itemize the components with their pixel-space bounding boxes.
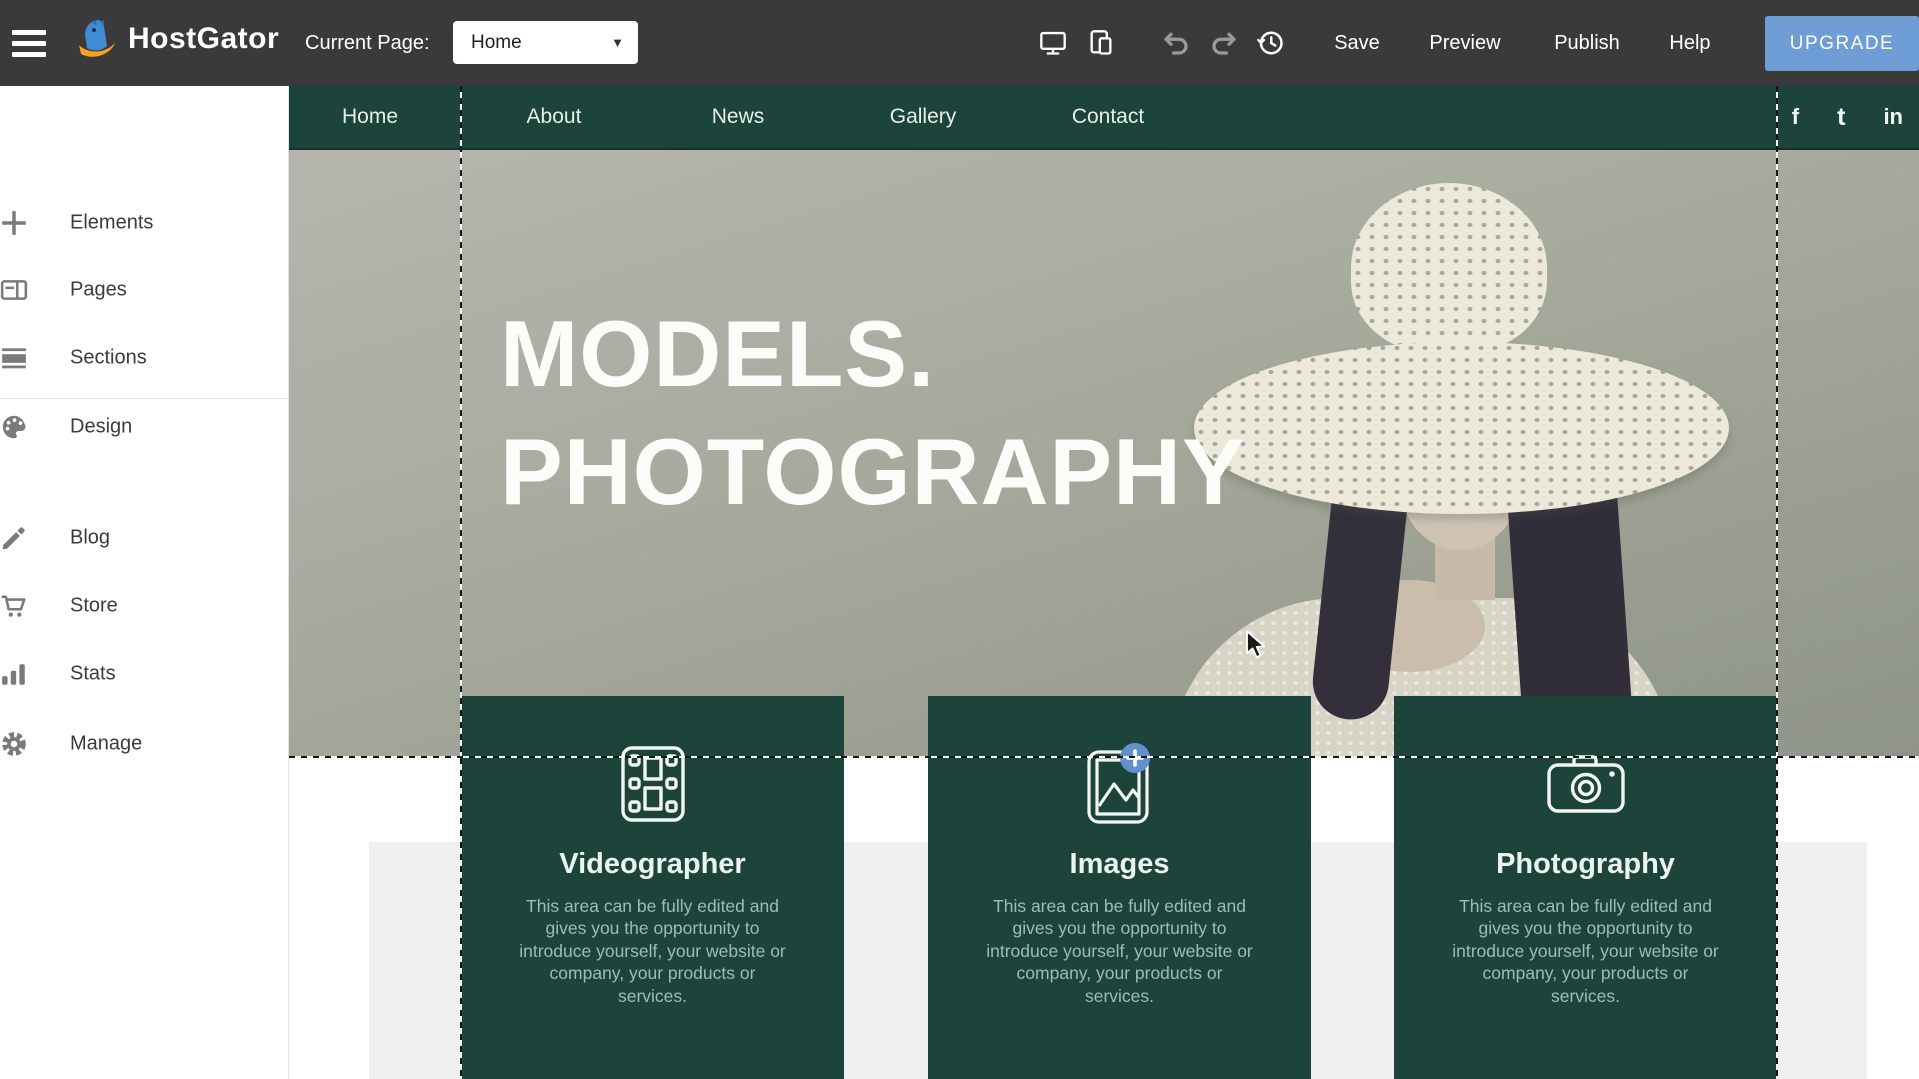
editor-guide-vertical-right xyxy=(1776,86,1778,1079)
brand-name: HostGator xyxy=(128,22,279,56)
card-title[interactable]: Photography xyxy=(1394,848,1777,881)
site-canvas: Home About News Gallery Contact f t in M… xyxy=(289,86,1919,1079)
sidebar-divider xyxy=(0,398,288,399)
sidebar-label: Pages xyxy=(70,279,127,302)
site-nav-news[interactable]: News xyxy=(712,86,765,148)
palette-icon xyxy=(0,413,30,441)
sidebar-item-design[interactable]: Design xyxy=(0,405,288,449)
editor-sidebar: Elements Pages Sections xyxy=(0,86,289,1079)
linkedin-icon[interactable]: in xyxy=(1883,104,1903,130)
redo-icon[interactable] xyxy=(1208,0,1240,86)
save-button[interactable]: Save xyxy=(1322,0,1392,86)
undo-icon[interactable] xyxy=(1160,0,1192,86)
gear-icon xyxy=(0,730,30,758)
help-button[interactable]: Help xyxy=(1655,0,1725,86)
publish-button[interactable]: Publish xyxy=(1542,0,1632,86)
sidebar-label: Stats xyxy=(70,663,116,686)
editor-topbar: HostGator Current Page: Home ▼ xyxy=(0,0,1919,86)
site-navbar: Home About News Gallery Contact f t in xyxy=(289,86,1919,150)
sidebar-item-store[interactable]: Store xyxy=(0,584,288,628)
card-images[interactable]: Images This area can be fully edited and… xyxy=(928,696,1311,1079)
current-page-label: Current Page: xyxy=(305,0,430,86)
sidebar-item-sections[interactable]: Sections xyxy=(0,336,288,380)
model-photo-hat xyxy=(1351,183,1547,353)
sidebar-item-blog[interactable]: Blog xyxy=(0,516,288,560)
card-videographer[interactable]: Videographer This area can be fully edit… xyxy=(461,696,844,1079)
upgrade-button[interactable]: UPGRADE xyxy=(1765,16,1919,71)
sidebar-label: Design xyxy=(70,416,132,439)
app-window: HostGator Current Page: Home ▼ xyxy=(0,0,1919,1079)
sidebar-label: Elements xyxy=(70,212,153,235)
editor-guide-horizontal xyxy=(289,756,1919,758)
site-nav-about[interactable]: About xyxy=(527,86,582,148)
sidebar-item-manage[interactable]: Manage xyxy=(0,722,288,766)
page-dropdown[interactable]: Home ▼ xyxy=(453,21,638,64)
page-dropdown-value: Home xyxy=(471,32,611,54)
card-body[interactable]: This area can be fully edited and gives … xyxy=(1452,895,1720,1007)
twitter-icon[interactable]: t xyxy=(1837,103,1845,132)
desktop-view-icon[interactable] xyxy=(1038,0,1068,86)
sections-icon xyxy=(0,344,30,372)
cart-icon xyxy=(0,592,30,620)
plus-icon xyxy=(0,209,30,237)
sidebar-item-pages[interactable]: Pages xyxy=(0,268,288,312)
pencil-icon xyxy=(0,524,30,552)
card-body[interactable]: This area can be fully edited and gives … xyxy=(519,895,787,1007)
site-nav-gallery[interactable]: Gallery xyxy=(890,86,957,148)
gator-icon xyxy=(74,18,120,60)
hamburger-menu-icon[interactable] xyxy=(12,30,46,57)
hostgator-logo: HostGator xyxy=(74,18,279,60)
pages-icon xyxy=(0,276,30,304)
card-title[interactable]: Images xyxy=(928,848,1311,881)
site-nav-contact[interactable]: Contact xyxy=(1072,86,1144,148)
hero-section: MODELS. PHOTOGRAPHY xyxy=(289,150,1919,757)
social-links: f t in xyxy=(1792,86,1903,148)
card-title[interactable]: Videographer xyxy=(461,848,844,881)
film-icon[interactable] xyxy=(461,740,844,828)
sidebar-label: Store xyxy=(70,595,118,618)
sidebar-label: Blog xyxy=(70,527,110,550)
card-body[interactable]: This area can be fully edited and gives … xyxy=(986,895,1254,1007)
facebook-icon[interactable]: f xyxy=(1792,104,1799,130)
camera-icon[interactable] xyxy=(1394,740,1777,828)
hero-heading-line1: MODELS. xyxy=(500,295,1246,413)
hero-heading-line2: PHOTOGRAPHY xyxy=(500,413,1246,531)
sidebar-item-stats[interactable]: Stats xyxy=(0,652,288,696)
card-photography[interactable]: Photography This area can be fully edite… xyxy=(1394,696,1777,1079)
image-plus-icon[interactable] xyxy=(928,740,1311,828)
model-photo-hat xyxy=(1194,342,1729,514)
stats-icon xyxy=(0,660,30,688)
editor-guide-vertical-left xyxy=(460,86,462,1079)
history-icon[interactable] xyxy=(1254,0,1286,86)
hero-heading[interactable]: MODELS. PHOTOGRAPHY xyxy=(500,295,1246,531)
sidebar-label: Sections xyxy=(70,347,147,370)
sidebar-label: Manage xyxy=(70,733,142,756)
preview-button[interactable]: Preview xyxy=(1415,0,1515,86)
site-nav-home[interactable]: Home xyxy=(342,86,398,148)
chevron-down-icon: ▼ xyxy=(611,35,624,50)
sidebar-item-elements[interactable]: Elements xyxy=(0,201,288,245)
mobile-view-icon[interactable] xyxy=(1086,0,1116,86)
